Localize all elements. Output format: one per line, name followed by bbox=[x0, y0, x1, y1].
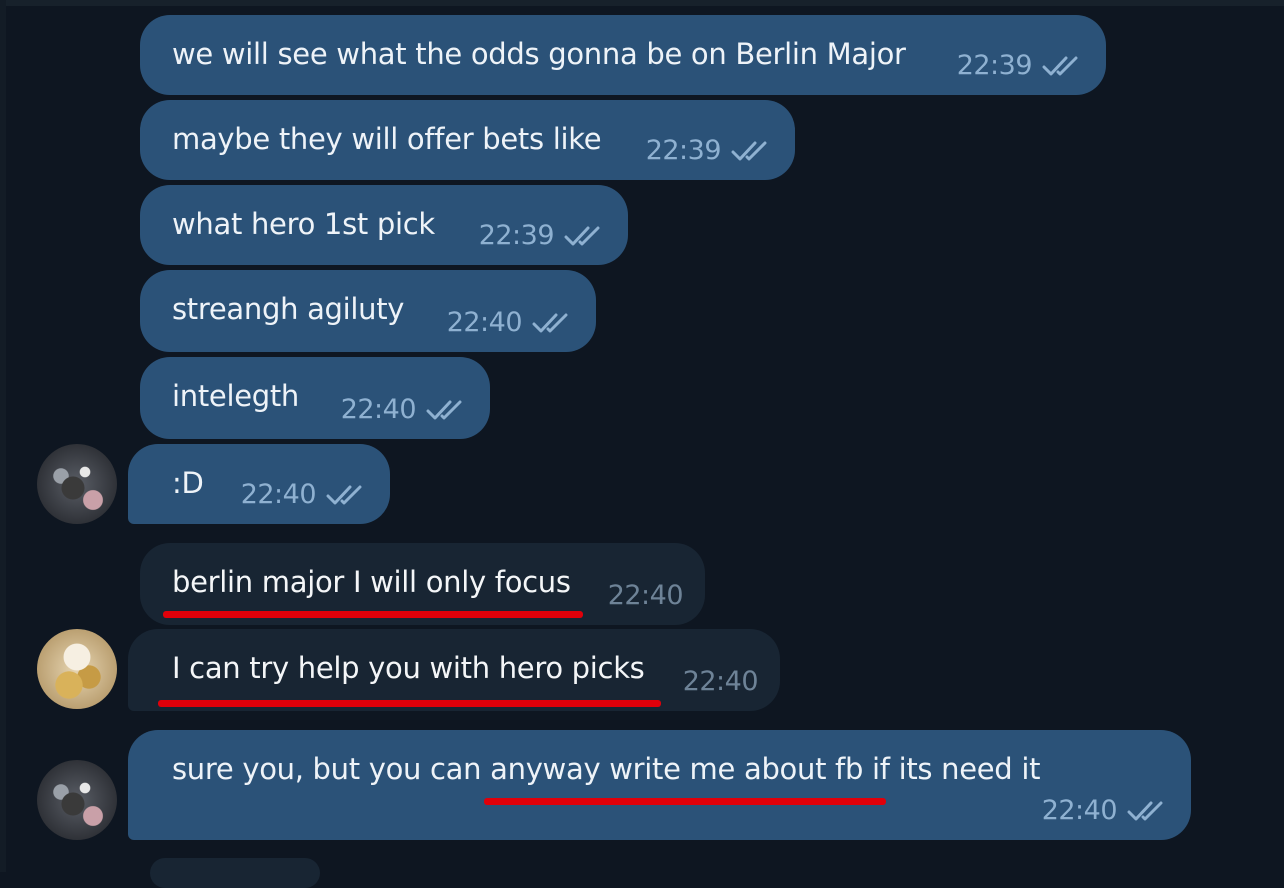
message-meta: 22:39 bbox=[479, 220, 606, 251]
double-check-icon bbox=[1127, 801, 1163, 820]
message-meta: 22:39 bbox=[646, 135, 773, 166]
message-meta: 22:40 bbox=[607, 580, 684, 611]
sender-avatar[interactable] bbox=[37, 629, 117, 709]
message-text: we will see what the odds gonna be on Be… bbox=[172, 37, 906, 71]
sender-avatar[interactable] bbox=[37, 760, 117, 840]
next-message-peek bbox=[150, 858, 320, 888]
message-time: 22:39 bbox=[645, 135, 722, 166]
message-meta: 22:40 bbox=[1042, 795, 1169, 826]
message-text: sure you, but you can anyway write me ab… bbox=[172, 752, 1041, 786]
message-text: berlin major I will only focus bbox=[172, 565, 571, 599]
message-text: :D bbox=[172, 466, 204, 500]
highlight-underline bbox=[158, 700, 661, 707]
highlight-underline bbox=[163, 611, 583, 618]
message-bubble[interactable]: sure you, but you can anyway write me ab… bbox=[128, 730, 1191, 840]
message-meta: 22:40 bbox=[341, 394, 468, 425]
double-check-icon bbox=[532, 313, 568, 332]
message-bubble[interactable]: what hero 1st pick 22:39 bbox=[140, 185, 628, 265]
double-check-icon bbox=[426, 400, 462, 419]
message-time: 22:40 bbox=[1041, 795, 1118, 826]
double-check-icon bbox=[731, 141, 767, 160]
message-text: what hero 1st pick bbox=[172, 207, 435, 241]
message-meta: 22:40 bbox=[241, 479, 368, 510]
double-check-icon bbox=[564, 226, 600, 245]
message-bubble[interactable]: we will see what the odds gonna be on Be… bbox=[140, 15, 1106, 95]
message-meta: 22:40 bbox=[447, 307, 574, 338]
message-time: 22:39 bbox=[478, 220, 555, 251]
window-top-edge bbox=[0, 0, 1284, 6]
window-left-edge bbox=[0, 0, 6, 872]
message-bubble[interactable]: maybe they will offer bets like 22:39 bbox=[140, 100, 795, 180]
double-check-icon bbox=[1042, 56, 1078, 75]
message-bubble[interactable]: intelegth 22:40 bbox=[140, 357, 490, 439]
highlight-underline bbox=[484, 798, 886, 805]
message-meta: 22:40 bbox=[682, 666, 759, 697]
message-bubble[interactable]: streangh agiluty 22:40 bbox=[140, 270, 596, 352]
message-time: 22:40 bbox=[607, 580, 684, 611]
message-time: 22:40 bbox=[446, 307, 523, 338]
message-bubble[interactable]: :D 22:40 bbox=[128, 444, 390, 524]
message-meta: 22:39 bbox=[957, 50, 1084, 81]
message-text: I can try help you with hero picks bbox=[172, 651, 645, 685]
message-text: maybe they will offer bets like bbox=[172, 122, 602, 156]
sender-avatar[interactable] bbox=[37, 444, 117, 524]
double-check-icon bbox=[326, 485, 362, 504]
message-bubble[interactable]: I can try help you with hero picks 22:40 bbox=[128, 629, 780, 711]
message-time: 22:40 bbox=[682, 666, 759, 697]
message-time: 22:40 bbox=[340, 394, 417, 425]
message-time: 22:39 bbox=[956, 50, 1033, 81]
message-text: intelegth bbox=[172, 379, 300, 413]
message-time: 22:40 bbox=[240, 479, 317, 510]
message-text: streangh agiluty bbox=[172, 292, 405, 326]
